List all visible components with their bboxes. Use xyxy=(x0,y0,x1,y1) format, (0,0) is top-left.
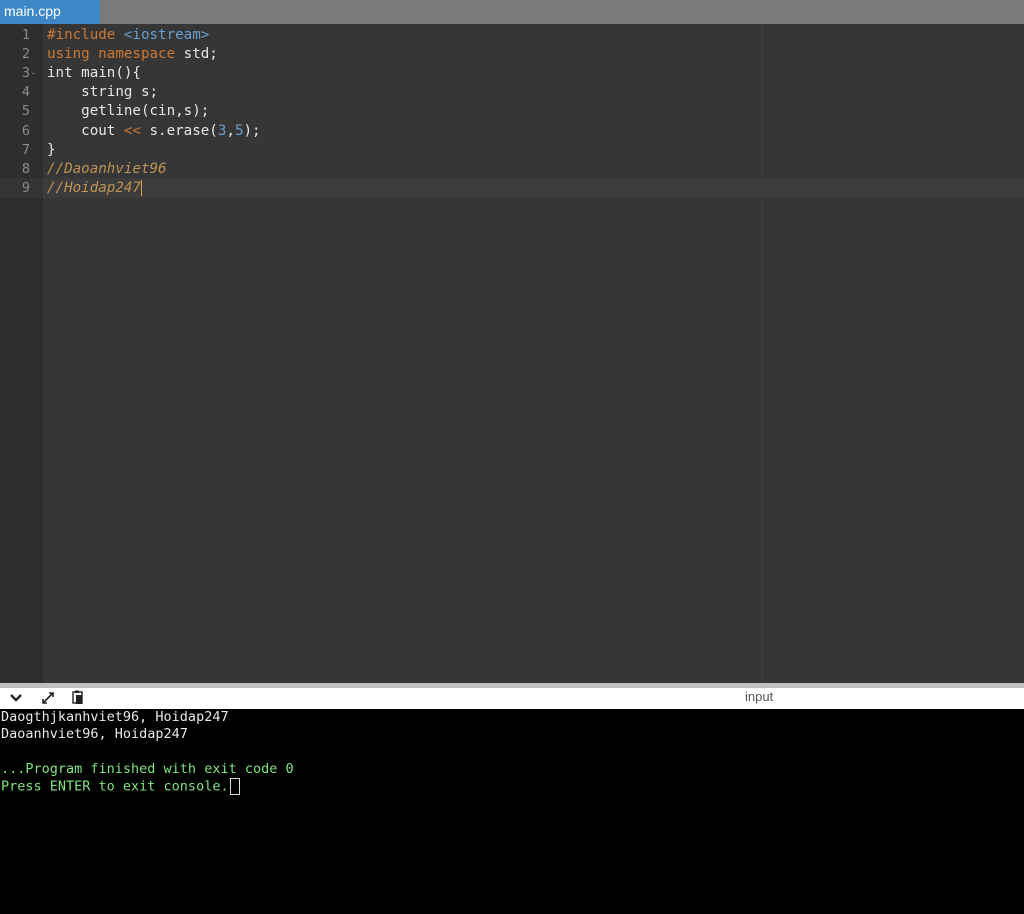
include-header: <iostream> xyxy=(115,27,210,43)
code-line-7: } xyxy=(47,142,56,158)
code-line-6: cout << s.erase(3,5); xyxy=(47,121,261,141)
code-line-1: #include <iostream> xyxy=(47,25,209,45)
code-text: std; xyxy=(175,46,218,62)
code-line-9: //Hoidap247 xyxy=(47,178,142,198)
expand-icon[interactable] xyxy=(38,690,58,708)
operator: << xyxy=(123,123,141,139)
line-number: 3 xyxy=(21,65,30,81)
line-number: 2 xyxy=(21,46,30,62)
code-text: s.erase( xyxy=(140,123,218,139)
line-number: 7 xyxy=(21,142,30,158)
line-number: 1 xyxy=(21,27,30,43)
line-number: 6 xyxy=(21,123,30,139)
keyword-namespace: namespace xyxy=(89,46,176,62)
code-area[interactable]: #include <iostream> using namespace std;… xyxy=(47,24,261,244)
console-prompt-text: Press ENTER to exit console. xyxy=(1,778,229,795)
code-text: cout xyxy=(47,123,124,139)
code-text: ); xyxy=(243,123,261,139)
console-prompt-line: Press ENTER to exit console. xyxy=(1,778,240,796)
tab-bar: main.cpp xyxy=(0,0,1024,24)
code-line-8: //Daoanhviet96 xyxy=(47,161,167,177)
keyword-using: using xyxy=(47,46,90,62)
include-directive: #include xyxy=(47,27,116,43)
text-cursor xyxy=(140,180,142,196)
line-number: 8 xyxy=(21,161,30,177)
console-cursor xyxy=(229,778,240,795)
console-status-line: ...Program finished with exit code 0 xyxy=(1,761,294,777)
code-line-2: using namespace std; xyxy=(47,44,218,64)
code-line-3: int main(){ xyxy=(47,65,141,81)
code-line-4: string s; xyxy=(47,84,159,100)
comment: //Hoidap247 xyxy=(47,180,141,196)
code-editor[interactable]: 1 2 3 - 4 5 6 7 8 9 #include <iostream> … xyxy=(0,24,1024,683)
code-line-5: getline(cin,s); xyxy=(47,103,210,119)
print-margin xyxy=(762,24,763,683)
line-number: 9 xyxy=(21,180,30,196)
line-number: 4 xyxy=(21,84,30,100)
console-output[interactable]: Daogthjkanhviet96, Hoidap247 Daoanhviet9… xyxy=(0,709,1024,914)
input-tab-label[interactable]: input xyxy=(745,688,773,706)
console-toolbar: input xyxy=(0,688,1024,709)
copy-icon[interactable] xyxy=(68,690,88,708)
console-line: Daogthjkanhviet96, Hoidap247 xyxy=(1,709,229,725)
tab-main-cpp[interactable]: main.cpp xyxy=(0,0,100,24)
fold-toggle-icon[interactable]: - xyxy=(32,63,35,83)
line-number: 5 xyxy=(21,103,30,119)
chevron-down-icon[interactable] xyxy=(6,690,26,708)
code-text: , xyxy=(226,123,235,139)
console-line: Daoanhviet96, Hoidap247 xyxy=(1,726,188,742)
active-line-highlight xyxy=(0,178,1024,198)
